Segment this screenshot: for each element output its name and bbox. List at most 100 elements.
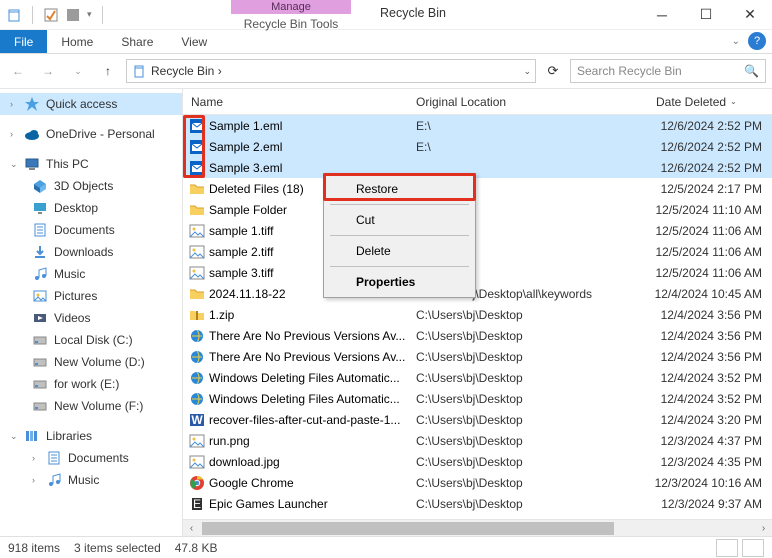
minimize-button[interactable]: ─ (640, 0, 684, 30)
tab-view[interactable]: View (167, 30, 221, 53)
folder-icon (189, 202, 205, 218)
nav-item-documents[interactable]: Documents (0, 219, 182, 241)
file-date-deleted: 12/4/2024 3:56 PM (648, 308, 772, 322)
contextual-label: Manage (231, 0, 351, 14)
file-row[interactable]: Wrecover-files-after-cut-and-paste-1...C… (183, 409, 772, 430)
search-input[interactable] (577, 64, 744, 78)
file-row[interactable]: download.jpgC:\Users\bj\Desktop12/3/2024… (183, 451, 772, 472)
address-dropdown-icon[interactable]: ⌄ (523, 66, 531, 77)
menu-cut[interactable]: Cut (326, 207, 473, 233)
file-row[interactable]: sample 2.tiffolder12/5/2024 11:06 AM (183, 241, 772, 262)
ie-icon (189, 328, 205, 344)
file-date-deleted: 12/4/2024 3:56 PM (648, 350, 772, 364)
nav-libraries[interactable]: ⌄ Libraries (0, 425, 182, 447)
file-row[interactable]: Windows Deleting Files Automatic...C:\Us… (183, 367, 772, 388)
file-row[interactable]: Sample Folder12/5/2024 11:10 AM (183, 199, 772, 220)
svg-text:E: E (193, 497, 201, 511)
file-row[interactable]: There Are No Previous Versions Av...C:\U… (183, 325, 772, 346)
nav-item-for-work-e-[interactable]: for work (E:) (0, 373, 182, 395)
file-row[interactable]: 2024.11.18-22C:\Users\bj\Desktop\all\key… (183, 283, 772, 304)
nav-onedrive[interactable]: › OneDrive - Personal (0, 123, 182, 145)
column-date-deleted[interactable]: Date Deleted ⌄ (648, 95, 772, 109)
search-box[interactable]: 🔍 (570, 59, 766, 83)
nav-this-pc[interactable]: ⌄ This PC (0, 153, 182, 175)
close-button[interactable]: ✕ (728, 0, 772, 30)
file-name: Sample 3.eml (209, 161, 282, 175)
chrome-icon (189, 475, 205, 491)
img-icon (189, 454, 205, 470)
file-row[interactable]: Deleted Files (18)Desktop12/5/2024 2:17 … (183, 178, 772, 199)
file-row[interactable]: 1.zipC:\Users\bj\Desktop12/4/2024 3:56 P… (183, 304, 772, 325)
properties-icon[interactable] (43, 7, 59, 23)
scroll-thumb[interactable] (202, 522, 614, 535)
nav-item-pictures[interactable]: Pictures (0, 285, 182, 307)
file-original-location: C:\Users\bj\Desktop (408, 476, 648, 490)
file-name: There Are No Previous Versions Av... (209, 329, 405, 343)
nav-library-documents[interactable]: ›Documents (0, 447, 182, 469)
nav-back-button[interactable]: ← (6, 59, 30, 83)
file-tab[interactable]: File (0, 30, 47, 53)
nav-item-new-volume-f-[interactable]: New Volume (F:) (0, 395, 182, 417)
column-original-location[interactable]: Original Location (408, 95, 648, 109)
nav-item-videos[interactable]: Videos (0, 307, 182, 329)
epic-icon: E (189, 496, 205, 512)
file-row[interactable]: run.pngC:\Users\bj\Desktop12/3/2024 4:37… (183, 430, 772, 451)
menu-delete[interactable]: Delete (326, 238, 473, 264)
file-row[interactable]: Google ChromeC:\Users\bj\Desktop12/3/202… (183, 472, 772, 493)
qat-dropdown-icon[interactable]: ▾ (87, 9, 92, 20)
horizontal-scrollbar[interactable]: ‹ › (183, 519, 772, 536)
nav-item-local-disk-c-[interactable]: Local Disk (C:) (0, 329, 182, 351)
sort-desc-icon: ⌄ (730, 97, 737, 106)
menu-properties[interactable]: Properties (326, 269, 473, 295)
file-row[interactable]: Sample 1.emlE:\12/6/2024 2:52 PM (183, 115, 772, 136)
scroll-right-icon[interactable]: › (755, 523, 772, 534)
libraries-icon (24, 428, 40, 444)
pc-icon (24, 156, 40, 172)
nav-library-music[interactable]: ›Music (0, 469, 182, 491)
empty-recycle-icon[interactable] (65, 7, 81, 23)
file-row[interactable]: sample 1.tiffolder12/5/2024 11:06 AM (183, 220, 772, 241)
address-box[interactable]: Recycle Bin › ⌄ (126, 59, 536, 83)
nav-item-icon (32, 354, 48, 370)
caret-icon: › (10, 129, 18, 139)
nav-item-desktop[interactable]: Desktop (0, 197, 182, 219)
recycle-bin-icon (6, 7, 22, 23)
thumbnails-view-button[interactable] (742, 539, 764, 557)
file-row[interactable]: Windows Deleting Files Automatic...C:\Us… (183, 388, 772, 409)
file-row[interactable]: There Are No Previous Versions Av...C:\U… (183, 346, 772, 367)
nav-label: Libraries (46, 429, 92, 443)
column-name[interactable]: Name (183, 95, 408, 109)
nav-forward-button: → (36, 59, 60, 83)
tab-home[interactable]: Home (47, 30, 107, 53)
nav-label: Quick access (46, 97, 117, 111)
nav-recent-dropdown[interactable]: ⌄ (66, 59, 90, 83)
nav-quick-access[interactable]: › Quick access (0, 93, 182, 115)
nav-item-new-volume-d-[interactable]: New Volume (D:) (0, 351, 182, 373)
file-row[interactable]: EEpic Games LauncherC:\Users\bj\Desktop1… (183, 493, 772, 514)
nav-item-3d-objects[interactable]: 3D Objects (0, 175, 182, 197)
search-icon[interactable]: 🔍 (744, 64, 759, 78)
file-row[interactable]: sample 3.tiffolder12/5/2024 11:06 AM (183, 262, 772, 283)
scroll-left-icon[interactable]: ‹ (183, 523, 200, 534)
address-path: Recycle Bin › (151, 64, 519, 78)
menu-restore[interactable]: Restore (326, 176, 473, 202)
file-row[interactable]: Sample 3.eml12/6/2024 2:52 PM (183, 157, 772, 178)
nav-item-label: New Volume (D:) (54, 355, 145, 369)
file-name: download.jpg (209, 455, 280, 469)
nav-item-icon (32, 200, 48, 216)
nav-item-music[interactable]: Music (0, 263, 182, 285)
file-row[interactable]: Sample 2.emlE:\12/6/2024 2:52 PM (183, 136, 772, 157)
nav-item-downloads[interactable]: Downloads (0, 241, 182, 263)
tab-share[interactable]: Share (107, 30, 167, 53)
ribbon-collapse-icon[interactable]: ⌄ (732, 36, 740, 47)
file-original-location: C:\Users\bj\Desktop (408, 350, 648, 364)
file-original-location: C:\Users\bj\Desktop (408, 329, 648, 343)
nav-up-button[interactable]: ↑ (96, 59, 120, 83)
details-view-button[interactable] (716, 539, 738, 557)
help-icon[interactable]: ? (748, 32, 766, 50)
content-area: › Quick access › OneDrive - Personal ⌄ T… (0, 88, 772, 540)
maximize-button[interactable]: ☐ (684, 0, 728, 30)
refresh-button[interactable]: ⟳ (542, 63, 564, 79)
nav-item-icon (46, 450, 62, 466)
cloud-icon (24, 126, 40, 142)
